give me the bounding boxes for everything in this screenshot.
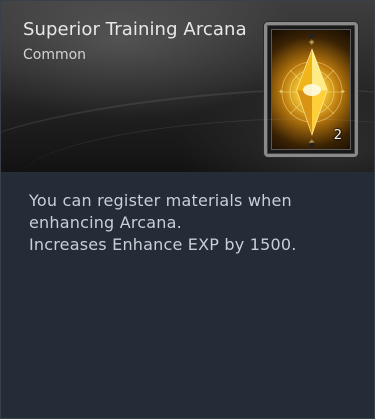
description-line-2: enhancing Arcana. <box>29 213 182 232</box>
item-description: You can register materials when enhancin… <box>29 190 349 256</box>
svg-text:✦: ✦ <box>340 88 346 96</box>
item-grade: Common <box>23 47 87 63</box>
stack-count: 2 <box>333 128 342 143</box>
svg-text:◈: ◈ <box>309 138 315 146</box>
arcana-card-frame: ◈ ✦ ✦ ◈ 2 <box>264 22 358 157</box>
description-line-3: Increases Enhance EXP by 1500. <box>29 235 297 254</box>
tooltip-body: You can register materials when enhancin… <box>1 172 374 418</box>
svg-text:✦: ✦ <box>278 88 284 96</box>
item-tooltip: Superior Training Arcana Common ◈ ✦ ✦ ◈ … <box>0 0 375 419</box>
svg-text:◈: ◈ <box>309 38 315 46</box>
description-line-1: You can register materials when <box>29 191 292 210</box>
tooltip-header: Superior Training Arcana Common ◈ ✦ ✦ ◈ … <box>1 1 374 172</box>
item-name: Superior Training Arcana <box>23 19 247 40</box>
golden-crystal-arcana-card-icon: ◈ ✦ ✦ ◈ 2 <box>271 29 351 150</box>
